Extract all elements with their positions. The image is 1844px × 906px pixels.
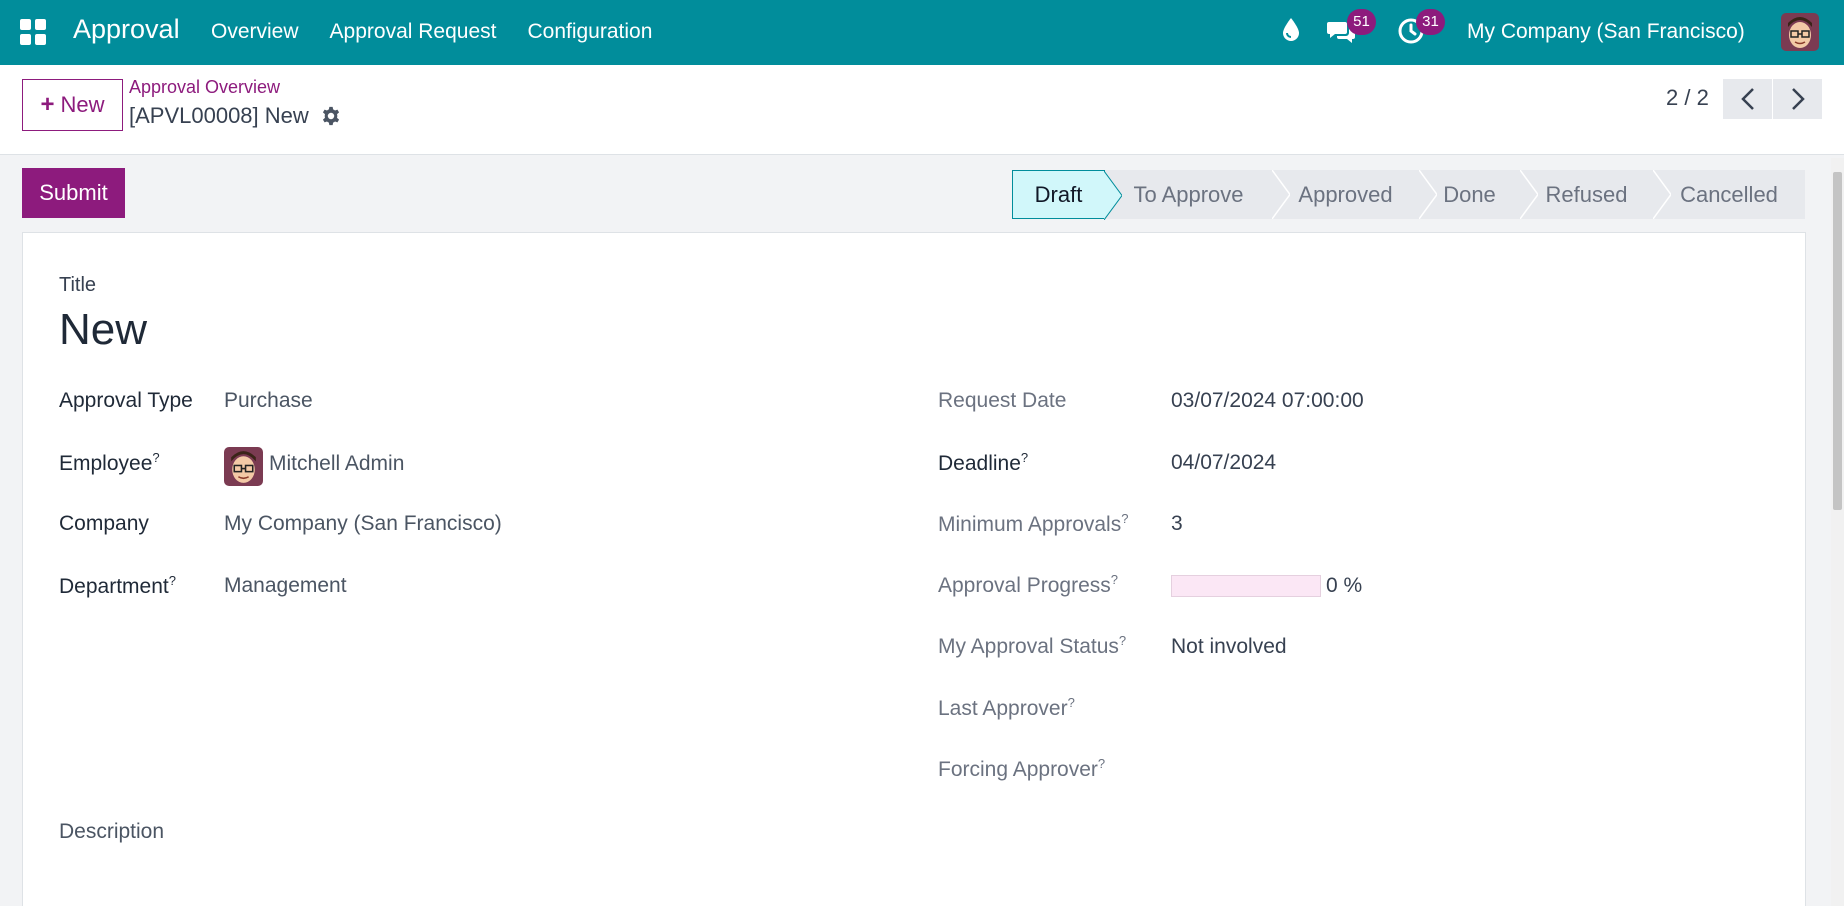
deadline-help-icon[interactable]: ? [1021, 450, 1028, 465]
stage-refused[interactable]: Refused [1520, 170, 1671, 219]
approval-progress-bar [1171, 575, 1321, 597]
my-approval-status-label-text: My Approval Status [938, 635, 1119, 658]
request-date-label: Request Date [938, 389, 1067, 412]
last-approver-label: Last Approver? [938, 695, 1075, 721]
form-sheet [22, 232, 1806, 906]
gear-icon[interactable] [320, 105, 342, 127]
my-approval-status-help-icon[interactable]: ? [1119, 633, 1126, 648]
employee-label: Employee? [59, 450, 160, 476]
title-label: Title [59, 274, 97, 296]
deadline-field[interactable]: 04/07/2024 [1171, 451, 1276, 475]
employee-field[interactable]: Mitchell Admin [269, 452, 404, 476]
stage-approved[interactable]: Approved [1272, 170, 1437, 219]
menu-item-overview[interactable]: Overview [211, 20, 299, 44]
company-label: Company [59, 512, 149, 535]
department-label: Department? [59, 573, 176, 599]
deadline-label: Deadline? [938, 450, 1028, 476]
control-panel: + New Approval Overview [APVL00008] New … [0, 65, 1844, 155]
breadcrumb-approval-overview[interactable]: Approval Overview [129, 77, 280, 98]
apps-grid-icon[interactable] [20, 19, 46, 45]
forcing-approver-help-icon[interactable]: ? [1098, 756, 1105, 771]
description-label: Description [59, 820, 165, 843]
deadline-label-text: Deadline [938, 452, 1021, 475]
approval-progress-label-text: Approval Progress [938, 574, 1111, 597]
record-name-text: [APVL00008] New [129, 103, 309, 128]
approval-progress-help-icon[interactable]: ? [1111, 572, 1118, 587]
page-scrollbar[interactable] [1831, 158, 1844, 906]
title-input[interactable]: New [59, 305, 147, 355]
company-switcher[interactable]: My Company (San Francisco) [1467, 20, 1745, 44]
stage-draft[interactable]: Draft [1012, 170, 1122, 220]
approval-progress-label: Approval Progress? [938, 572, 1118, 598]
company-field[interactable]: My Company (San Francisco) [224, 512, 502, 536]
department-field[interactable]: Management [224, 574, 347, 598]
pager-next-button[interactable] [1773, 79, 1822, 119]
pager-value[interactable]: 2 / 2 [1666, 85, 1709, 111]
minimum-approvals-label: Minimum Approvals? [938, 511, 1128, 537]
menu-item-configuration[interactable]: Configuration [527, 20, 652, 44]
my-approval-status-label: My Approval Status? [938, 633, 1126, 659]
last-approver-label-text: Last Approver [938, 697, 1068, 720]
minimum-approvals-help-icon[interactable]: ? [1121, 511, 1128, 526]
my-approval-status-field: Not involved [1171, 635, 1287, 658]
new-button-label: New [60, 92, 105, 117]
stage-to-approve[interactable]: To Approve [1105, 170, 1290, 219]
approval-type-field[interactable]: Purchase [224, 389, 313, 413]
plus-icon: + [40, 91, 55, 118]
top-navbar: Approval Overview Approval Request Confi… [0, 0, 1844, 65]
drop-icon[interactable] [1282, 17, 1300, 42]
record-title: [APVL00008] New [129, 103, 342, 129]
status-bar: Draft To Approve Approved Done Refused C… [1012, 170, 1805, 220]
chevron-right-icon [1791, 88, 1805, 110]
employee-label-text: Employee [59, 452, 153, 475]
department-help-icon[interactable]: ? [169, 573, 176, 588]
menu-item-approval-request[interactable]: Approval Request [330, 20, 497, 44]
approval-progress-text: 0 % [1326, 574, 1363, 597]
stage-approved-label: Approved [1298, 181, 1393, 207]
department-label-text: Department [59, 575, 169, 598]
stage-draft-label: Draft [1034, 181, 1083, 207]
scrollbar-thumb[interactable] [1833, 172, 1842, 510]
pager-previous-button[interactable] [1723, 79, 1772, 119]
minimum-approvals-label-text: Minimum Approvals [938, 513, 1122, 536]
chat-count-badge: 51 [1347, 9, 1376, 35]
minimum-approvals-field: 3 [1171, 512, 1183, 535]
user-avatar[interactable] [1781, 13, 1819, 51]
stage-to-approve-label: To Approve [1133, 181, 1244, 207]
forcing-approver-label: Forcing Approver? [938, 756, 1105, 782]
activity-count-badge: 31 [1416, 9, 1445, 35]
stage-refused-label: Refused [1545, 181, 1628, 207]
last-approver-help-icon[interactable]: ? [1068, 695, 1075, 710]
main-menu: Overview Approval Request Configuration [211, 20, 652, 44]
stage-done-label: Done [1443, 181, 1496, 207]
stage-cancelled-label: Cancelled [1680, 181, 1778, 207]
new-button[interactable]: + New [22, 79, 123, 131]
approval-type-label: Approval Type [59, 389, 193, 412]
employee-avatar [224, 447, 263, 486]
employee-help-icon[interactable]: ? [152, 450, 159, 465]
forcing-approver-label-text: Forcing Approver [938, 758, 1098, 781]
chevron-left-icon [1740, 88, 1754, 110]
app-brand[interactable]: Approval [73, 14, 180, 45]
stage-cancelled[interactable]: Cancelled [1653, 170, 1805, 219]
submit-button[interactable]: Submit [22, 168, 125, 218]
request-date-field[interactable]: 03/07/2024 07:00:00 [1171, 389, 1364, 413]
